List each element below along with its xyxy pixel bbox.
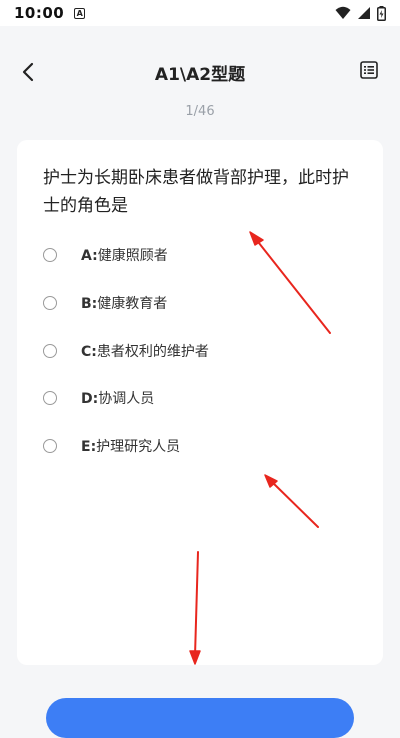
option-letter: A: xyxy=(81,248,98,264)
radio-circle-icon[interactable] xyxy=(43,391,57,405)
option-label: C:患者权利的维护者 xyxy=(81,341,209,361)
wifi-icon xyxy=(335,6,351,19)
battery-icon xyxy=(377,5,386,21)
list-icon xyxy=(360,61,378,79)
question-text: 护士为长期卧床患者做背部护理，此时护士的角色是 xyxy=(43,168,349,216)
option-b[interactable]: B:健康教育者 xyxy=(43,288,167,318)
option-label: B:健康教育者 xyxy=(81,293,167,313)
radio-circle-icon[interactable] xyxy=(43,344,57,358)
option-letter: B: xyxy=(81,296,98,312)
option-d[interactable]: D:协调人员 xyxy=(43,383,154,413)
bottom-action-button[interactable] xyxy=(46,698,354,738)
option-e[interactable]: E:护理研究人员 xyxy=(43,431,180,461)
option-c[interactable]: C:患者权利的维护者 xyxy=(43,336,209,366)
question-list-button[interactable] xyxy=(358,59,380,81)
status-bar: 10:00 A xyxy=(0,0,400,26)
option-text: 健康教育者 xyxy=(97,296,168,312)
radio-circle-icon[interactable] xyxy=(43,439,57,453)
option-text: 协调人员 xyxy=(98,391,155,407)
status-time: 10:00 xyxy=(14,4,65,22)
option-letter: D: xyxy=(81,391,99,407)
page-title: A1\A2型题 xyxy=(154,65,246,85)
option-letter: E: xyxy=(81,439,97,455)
nav-bar: A1\A2型题 xyxy=(0,26,400,116)
option-label: E:护理研究人员 xyxy=(81,436,180,456)
question-card: 护士为长期卧床患者做背部护理，此时护士的角色是 A:健康照顾者 B:健康教育者 … xyxy=(17,140,383,665)
radio-circle-icon[interactable] xyxy=(43,296,57,310)
option-a[interactable]: A:健康照顾者 xyxy=(43,240,168,270)
option-letter: C: xyxy=(81,344,97,360)
a-notification-icon: A xyxy=(74,7,86,19)
option-label: D:协调人员 xyxy=(81,388,154,408)
option-label: A:健康照顾者 xyxy=(81,245,168,265)
option-text: 患者权利的维护者 xyxy=(96,344,209,360)
radio-circle-icon[interactable] xyxy=(43,248,57,262)
status-icons xyxy=(335,5,386,21)
option-text: 护理研究人员 xyxy=(96,439,181,455)
question-progress: 1/46 xyxy=(185,104,215,119)
cell-signal-icon xyxy=(358,7,370,19)
option-text: 健康照顾者 xyxy=(97,248,168,264)
